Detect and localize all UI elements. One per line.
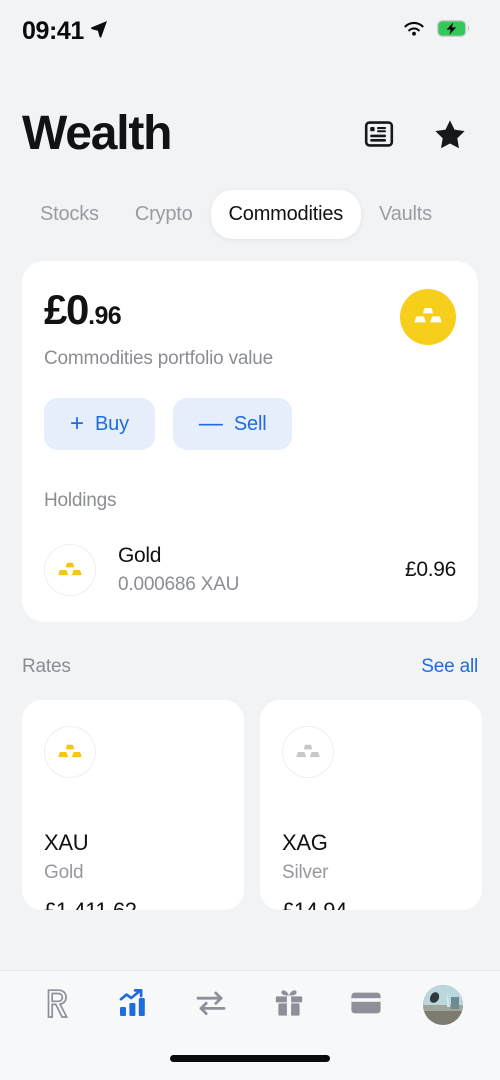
- page-header: Wealth: [0, 62, 500, 158]
- news-icon[interactable]: [364, 119, 394, 149]
- rate-symbol: XAG: [282, 830, 328, 855]
- tab-crypto[interactable]: Crypto: [117, 190, 211, 239]
- buy-button-label: Buy: [95, 412, 129, 435]
- status-bar-right: [402, 20, 470, 43]
- minus-icon: —: [198, 410, 223, 437]
- portfolio-actions: + Buy — Sell: [44, 398, 456, 450]
- sell-button[interactable]: — Sell: [172, 398, 293, 450]
- rates-header: Rates See all: [0, 656, 500, 678]
- app-root: 09:41 Wealth Stocks Crypto Commodities V…: [0, 0, 500, 1080]
- bottom-tab-items: [0, 971, 500, 1039]
- revolut-logo-icon: [42, 987, 72, 1024]
- home-indicator: [170, 1055, 330, 1062]
- profile-avatar: [423, 985, 464, 1025]
- bar-chart-trend-icon: [118, 988, 150, 1023]
- rates-card-list: XAU Gold £1,411.62 XAG Silver £14.94: [0, 700, 500, 910]
- holding-amount: 0.000686 XAU: [118, 574, 240, 595]
- portfolio-value-main: £0: [44, 286, 89, 333]
- tab-profile[interactable]: [414, 976, 472, 1034]
- status-bar-left: 09:41: [22, 17, 108, 46]
- commodities-portfolio-card: £0 .96 Commodities portfolio value + Buy…: [22, 261, 478, 622]
- holdings-section-title: Holdings: [44, 490, 117, 511]
- tab-stocks[interactable]: Stocks: [22, 190, 117, 239]
- tab-transfer[interactable]: [182, 976, 240, 1034]
- rate-card-xau[interactable]: XAU Gold £1,411.62: [22, 700, 244, 910]
- gold-bars-icon: [44, 726, 96, 778]
- battery-charging-icon: [437, 20, 470, 42]
- rates-title: Rates: [22, 656, 71, 677]
- status-bar-time: 09:41: [22, 16, 84, 45]
- rate-card-xag[interactable]: XAG Silver £14.94: [260, 700, 482, 910]
- status-bar: 09:41: [0, 0, 500, 62]
- wealth-tabs: Stocks Crypto Commodities Vaults: [0, 158, 500, 239]
- silver-bars-icon: [282, 726, 334, 778]
- gold-bars-icon: [44, 544, 96, 596]
- holdings-list-item[interactable]: Gold 0.000686 XAU £0.96: [44, 544, 456, 596]
- holding-details: Gold 0.000686 XAU: [118, 544, 405, 596]
- buy-button[interactable]: + Buy: [44, 398, 155, 450]
- sell-button-label: Sell: [233, 412, 267, 435]
- holding-value: £0.96: [404, 558, 456, 581]
- bottom-tab-bar: [0, 970, 500, 1080]
- holding-name: Gold: [118, 544, 162, 567]
- tab-cards[interactable]: [337, 976, 395, 1034]
- card-icon: [350, 991, 382, 1020]
- rate-price: £14.94: [282, 898, 460, 910]
- rate-name: Silver: [282, 862, 329, 883]
- portfolio-value: £0 .96: [44, 289, 273, 331]
- tab-commodities[interactable]: Commodities: [210, 190, 362, 239]
- gift-icon: [274, 988, 304, 1023]
- tab-home[interactable]: [28, 976, 86, 1034]
- portfolio-value-label: Commodities portfolio value: [44, 348, 274, 369]
- portfolio-value-fraction: .96: [88, 302, 122, 330]
- portfolio-summary: £0 .96 Commodities portfolio value: [44, 289, 456, 370]
- gold-bars-icon: [400, 289, 456, 345]
- location-arrow-icon: [90, 20, 108, 43]
- rate-name: Gold: [44, 862, 84, 883]
- wifi-icon: [402, 20, 426, 43]
- header-actions: [364, 119, 466, 150]
- star-icon[interactable]: [434, 119, 466, 150]
- rate-price: £1,411.62: [44, 898, 222, 910]
- rate-symbol: XAU: [44, 830, 89, 855]
- tab-vaults[interactable]: Vaults: [361, 190, 450, 239]
- plus-icon: +: [70, 410, 85, 437]
- tab-rewards[interactable]: [260, 976, 318, 1034]
- transfer-arrows-icon: [195, 990, 227, 1021]
- portfolio-value-block: £0 .96 Commodities portfolio value: [44, 289, 273, 370]
- tab-wealth[interactable]: [105, 976, 163, 1034]
- page-title: Wealth: [22, 107, 172, 160]
- see-all-link[interactable]: See all: [421, 656, 478, 678]
